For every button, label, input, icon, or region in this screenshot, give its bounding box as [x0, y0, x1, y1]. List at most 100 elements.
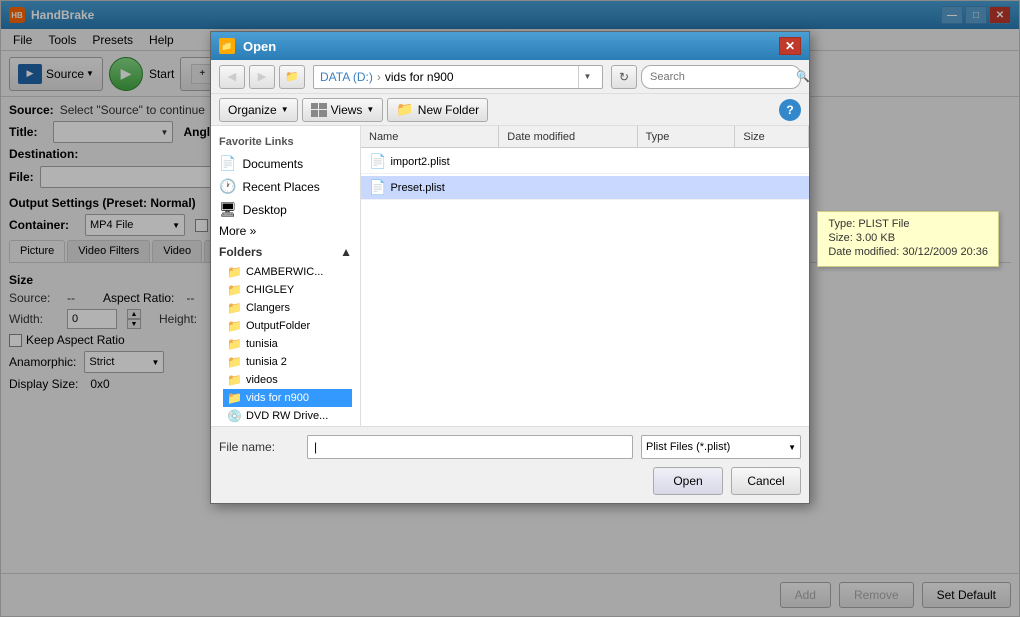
organize-label: Organize — [228, 103, 277, 117]
open-dialog: 📁 Open ✕ ◀ ▶ 📁 DATA (D:) › vids for n900… — [210, 31, 810, 504]
desktop-icon: 🖥 — [219, 201, 237, 218]
col-type-label: Type — [646, 131, 670, 143]
address-path-prefix: DATA (D:) — [320, 70, 373, 84]
folders-collapse-icon: ▲ — [340, 245, 352, 259]
folder-camberwic[interactable]: 📁 CAMBERWIC... — [223, 263, 352, 281]
dialog-nav-toolbar: ◀ ▶ 📁 DATA (D:) › vids for n900 ▼ ↻ 🔍 — [211, 60, 809, 94]
address-path-current: vids for n900 — [385, 70, 454, 84]
dialog-title: Open — [243, 39, 779, 54]
folder-section: Folders ▲ 📁 CAMBERWIC... 📁 CHIGLEY — [211, 241, 360, 426]
file-preset-name: 📄 Preset.plist — [361, 179, 500, 196]
views-label: Views — [331, 103, 363, 117]
dialog-bottom: File name: Plist Files (*.plist) ▼ Open … — [211, 426, 809, 503]
recent-places-icon: 🕐 — [219, 178, 236, 195]
folders-title: Folders — [219, 245, 262, 259]
folder-camberwic-label: CAMBERWIC... — [246, 266, 323, 278]
col-header-name[interactable]: Name — [361, 126, 499, 147]
nav-forward-button[interactable]: ▶ — [249, 65, 275, 89]
file-import2-name: 📄 import2.plist — [361, 153, 500, 170]
file-preset-icon: 📄 — [369, 179, 386, 196]
folder-chigley-icon: 📁 — [227, 283, 242, 297]
folder-videos-label: videos — [246, 374, 278, 386]
fav-more[interactable]: More » — [211, 221, 360, 241]
file-import2[interactable]: 📄 import2.plist — [361, 150, 809, 174]
new-folder-icon: 📁 — [396, 101, 413, 118]
folder-vids-n900-label: vids for n900 — [246, 392, 309, 404]
file-list-header: Name Date modified Type Size — [361, 126, 809, 148]
folder-clangers[interactable]: 📁 Clangers — [223, 299, 352, 317]
dialog-title-bar: 📁 Open ✕ — [211, 32, 809, 60]
filetype-value: Plist Files (*.plist) — [646, 441, 730, 453]
filetype-dropdown[interactable]: Plist Files (*.plist) ▼ — [641, 435, 801, 459]
help-button[interactable]: ? — [779, 99, 801, 121]
folder-outputfolder-label: OutputFolder — [246, 320, 310, 332]
documents-icon: 📄 — [219, 155, 236, 172]
file-import2-icon: 📄 — [369, 153, 386, 170]
filename-input-box — [307, 435, 633, 459]
filename-text-input[interactable] — [314, 440, 626, 454]
fav-desktop[interactable]: 🖥 Desktop — [211, 198, 360, 221]
path-separator-icon: › — [377, 70, 381, 84]
folder-vids-n900[interactable]: 📁 vids for n900 — [223, 389, 352, 407]
fav-desktop-label: Desktop — [243, 203, 287, 217]
col-header-date[interactable]: Date modified — [499, 126, 637, 147]
search-input[interactable] — [650, 71, 792, 83]
fav-recent-places[interactable]: 🕐 Recent Places — [211, 175, 360, 198]
col-header-size[interactable]: Size — [735, 126, 809, 147]
folder-dvd-label: DVD RW Drive... — [246, 410, 328, 422]
col-size-label: Size — [743, 131, 764, 143]
folder-tunisia-icon: 📁 — [227, 337, 242, 351]
folder-videos[interactable]: 📁 videos — [223, 371, 352, 389]
dialog-body: Favorite Links 📄 Documents 🕐 Recent Plac… — [211, 126, 809, 426]
dialog-open-button[interactable]: Open — [653, 467, 723, 495]
filetype-arrow: ▼ — [788, 443, 796, 452]
favorites-header: Favorite Links — [211, 132, 360, 152]
col-date-label: Date modified — [507, 131, 575, 143]
views-icon — [311, 103, 327, 117]
folder-tunisia[interactable]: 📁 tunisia — [223, 335, 352, 353]
folder-chigley-label: CHIGLEY — [246, 284, 294, 296]
address-dropdown-button[interactable]: ▼ — [578, 66, 596, 88]
folder-dvd-rw[interactable]: 💿 DVD RW Drive... — [223, 407, 352, 425]
folder-clangers-icon: 📁 — [227, 301, 242, 315]
col-name-label: Name — [369, 131, 398, 143]
dialog-overlay: 📁 Open ✕ ◀ ▶ 📁 DATA (D:) › vids for n900… — [1, 1, 1019, 616]
folder-videos-icon: 📁 — [227, 373, 242, 387]
folder-list: 📁 CAMBERWIC... 📁 CHIGLEY 📁 Clangers — [219, 263, 352, 425]
folder-tunisia-label: tunisia — [246, 338, 278, 350]
filename-row: File name: Plist Files (*.plist) ▼ — [219, 435, 801, 459]
folder-camberwic-icon: 📁 — [227, 265, 242, 279]
col-header-type[interactable]: Type — [638, 126, 736, 147]
file-list: 📄 import2.plist 📄 Preset.plist — [361, 148, 809, 426]
folder-tunisia2-icon: 📁 — [227, 355, 242, 369]
views-button[interactable]: Views ▼ — [302, 98, 384, 122]
right-panel: Name Date modified Type Size — [361, 126, 809, 426]
folder-vids-n900-icon: 📁 — [227, 391, 242, 405]
app-window: HB HandBrake — □ ✕ File Tools Presets He… — [0, 0, 1020, 617]
file-preset[interactable]: 📄 Preset.plist — [361, 176, 809, 200]
folder-chigley[interactable]: 📁 CHIGLEY — [223, 281, 352, 299]
folder-outputfolder-icon: 📁 — [227, 319, 242, 333]
new-folder-button[interactable]: 📁 New Folder — [387, 98, 488, 122]
folders-header[interactable]: Folders ▲ — [219, 245, 352, 259]
fav-documents-label: Documents — [242, 157, 303, 171]
file-import2-label: import2.plist — [390, 156, 449, 168]
dialog-cancel-button[interactable]: Cancel — [731, 467, 801, 495]
search-box: 🔍 — [641, 65, 801, 89]
fav-documents[interactable]: 📄 Documents — [211, 152, 360, 175]
filename-label: File name: — [219, 440, 299, 454]
fav-recent-places-label: Recent Places — [242, 180, 319, 194]
organize-button[interactable]: Organize ▼ — [219, 98, 298, 122]
refresh-button[interactable]: ↻ — [611, 65, 637, 89]
views-arrow: ▼ — [366, 105, 374, 114]
nav-back-button[interactable]: ◀ — [219, 65, 245, 89]
folder-tunisia2-label: tunisia 2 — [246, 356, 287, 368]
dialog-icon: 📁 — [219, 38, 235, 54]
nav-up-button[interactable]: 📁 — [279, 65, 305, 89]
folder-outputfolder[interactable]: 📁 OutputFolder — [223, 317, 352, 335]
dialog-action-row: Open Cancel — [219, 467, 801, 495]
dialog-close-button[interactable]: ✕ — [779, 37, 801, 55]
dialog-views-toolbar: Organize ▼ Views ▼ 📁 New Folder — [211, 94, 809, 126]
folder-tunisia2[interactable]: 📁 tunisia 2 — [223, 353, 352, 371]
folder-clangers-label: Clangers — [246, 302, 290, 314]
